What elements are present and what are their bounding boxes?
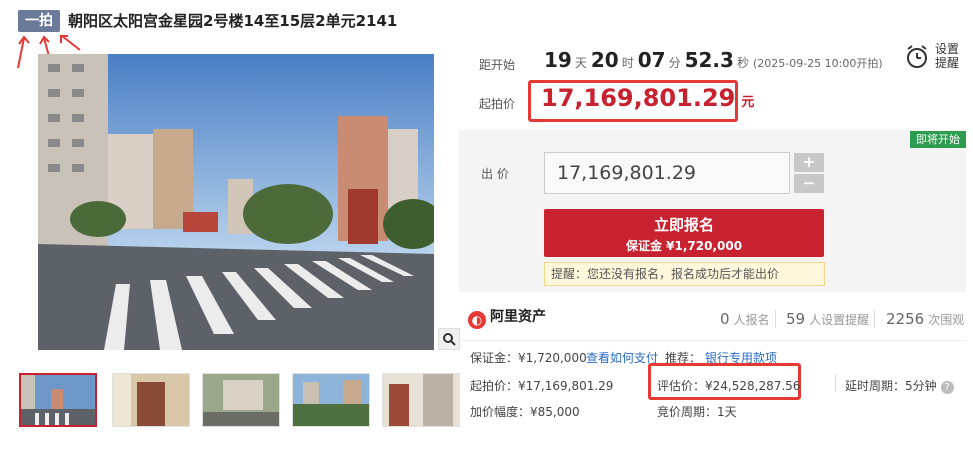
bid-period-info: 竞价周期：1天 [657,405,737,419]
signup-tip: 提醒：您还没有报名，报名成功后才能出价 [544,262,825,286]
stat-views: 2256 次围观 [886,310,965,328]
thumbnail-3[interactable] [202,373,280,427]
increment-info: 加价幅度：¥85,000 [470,405,580,419]
countdown-label: 距开始 [479,58,516,72]
set-reminder-button[interactable]: 设置 提醒 [935,42,959,70]
bid-amount-input[interactable]: 17,169,801.29 [544,152,790,194]
thumbnail-2[interactable] [112,373,190,427]
countdown-timer: 19 天 20 时 07 分 52.3 秒 (2025-09-25 10:00开拍) [544,48,883,72]
platform-logo: ◐ 阿里资产 [468,306,546,329]
start-time-note: (2025-09-25 10:00开拍) [752,57,883,70]
decrease-bid-button[interactable]: − [794,174,824,193]
auction-round-badge: 一拍 [18,10,60,32]
starting-price-value: 17,169,801.29 元 [541,84,755,112]
starting-price-label: 起拍价 [479,97,516,111]
start-price-info: 起拍价：¥17,169,801.29 [470,379,614,393]
page-title: 朝阳区太阳宫金星园2号楼14至15层2单元2141 [68,12,398,30]
stat-reminders: 59 人设置提醒 [786,310,870,328]
help-icon[interactable]: ? [940,381,954,394]
stat-registrations: 0 人报名 [720,310,770,328]
countdown-hours: 20 [590,48,619,72]
delay-period-info: 延时周期：5分钟? [845,377,954,394]
evaluation-price-info: 评估价：¥24,528,287.56 [657,379,801,393]
countdown-seconds: 52.3 [684,48,734,72]
ali-asset-icon: ◐ [468,311,486,329]
increase-bid-button[interactable]: + [794,153,824,172]
main-property-photo[interactable] [38,54,434,350]
thumbnail-4[interactable] [292,373,370,427]
countdown-minutes: 07 [637,48,666,72]
countdown-days: 19 [544,48,572,72]
status-badge: 即将开始 [910,131,966,148]
how-to-pay-link[interactable]: 查看如何支付 [586,349,658,366]
thumbnail-1[interactable] [19,373,97,427]
alarm-clock-icon[interactable] [904,44,930,73]
thumbnail-5[interactable] [382,373,460,427]
bid-label: 出 价 [481,167,509,181]
register-now-button[interactable]: 立即报名 保证金 ¥1,720,000 [544,209,824,257]
deposit-info: 保证金：¥1,720,000 [470,351,587,365]
zoom-icon[interactable] [438,328,460,350]
